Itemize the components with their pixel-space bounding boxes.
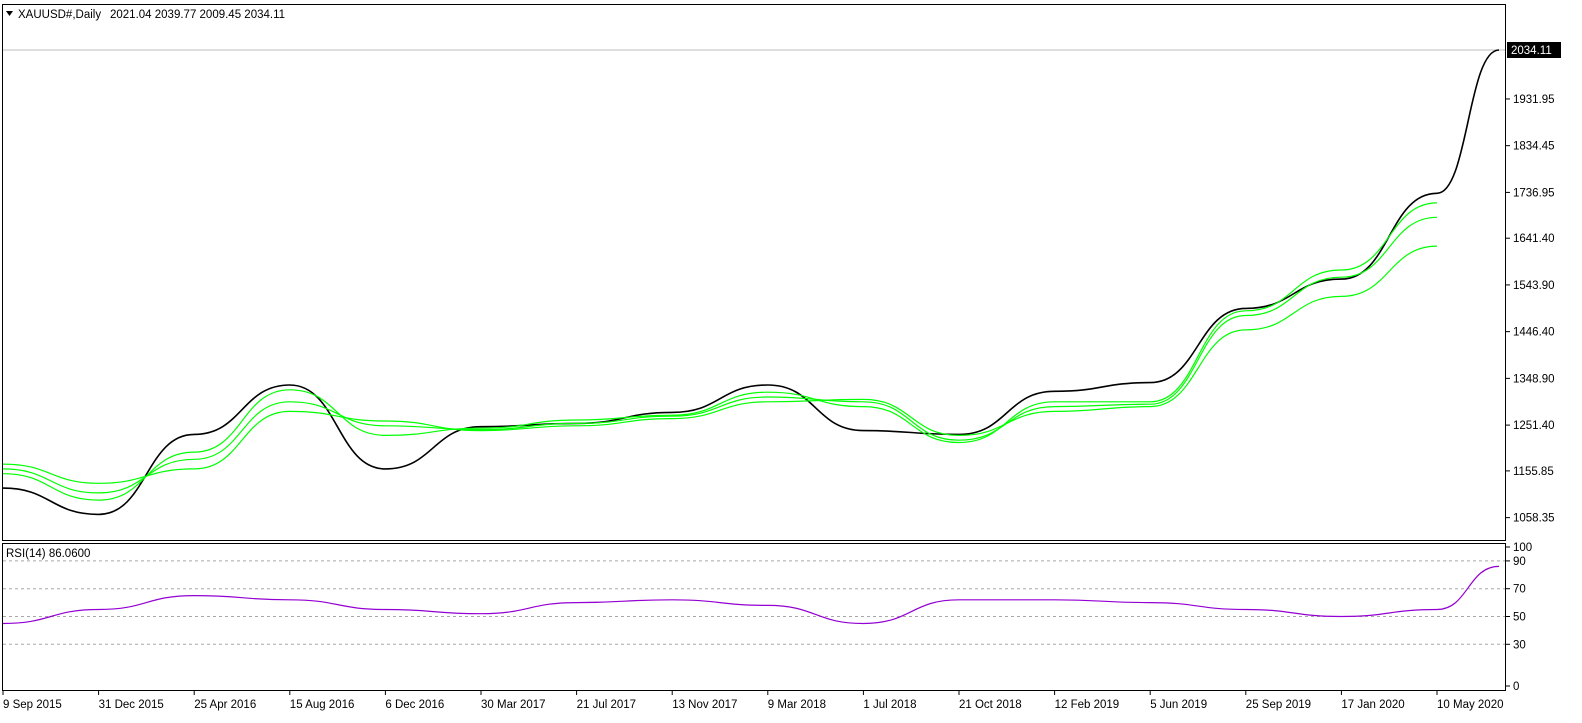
price-y-tick-label: 1543.90 <box>1513 280 1555 292</box>
x-tick-label: 25 Apr 2016 <box>194 699 256 711</box>
price-y-tick-label: 1348.90 <box>1513 373 1555 385</box>
price-panel-frame <box>2 4 1506 541</box>
x-tick-label: 13 Nov 2017 <box>672 699 737 711</box>
price-y-tick-label: 1931.95 <box>1513 94 1555 106</box>
rsi-y-tick-label: 30 <box>1513 639 1526 651</box>
x-tick-label: 12 Feb 2019 <box>1055 699 1120 711</box>
ohlc-values: 2021.04 2039.77 2009.45 2034.11 <box>110 9 285 21</box>
rsi-y-tick-label: 70 <box>1513 584 1526 596</box>
x-tick-label: 6 Dec 2016 <box>385 699 444 711</box>
rsi-line <box>2 565 1500 625</box>
triangle-down-icon[interactable] <box>6 11 13 16</box>
rsi-y-tick-label: 90 <box>1513 556 1526 568</box>
x-tick-label: 25 Sep 2019 <box>1246 699 1311 711</box>
rsi-series-group <box>2 565 1500 625</box>
current-price-marker: 2034.11 <box>1507 41 1561 58</box>
x-tick-label: 17 Jan 2020 <box>1341 699 1404 711</box>
price-y-tick-label: 1058.35 <box>1513 513 1555 525</box>
moving-average-slow-line <box>2 245 1438 484</box>
price-y-tick-label: 1251.40 <box>1513 420 1555 432</box>
x-tick-label: 5 Jun 2019 <box>1150 699 1207 711</box>
rsi-y-tick-label: 0 <box>1513 681 1519 693</box>
price-y-tick-label: 1641.40 <box>1513 233 1555 245</box>
chart-window: 1931.95 1834.45 1736.95 1641.40 1543.90 1446.… <box>0 0 1582 718</box>
price-y-tick-label: 1155.85 <box>1513 466 1554 478</box>
price-y-tick-label: 1446.40 <box>1513 327 1555 339</box>
moving-average-fast-line <box>2 202 1438 501</box>
price-y-tick-label: 1834.45 <box>1513 141 1555 153</box>
symbol-label: XAUUSD#,Daily <box>18 9 101 21</box>
x-tick-label: 31 Dec 2015 <box>99 699 164 711</box>
x-tick-label: 10 May 2020 <box>1437 699 1504 711</box>
rsi-grid <box>3 560 1505 645</box>
chart-canvas[interactable]: 1931.95 1834.45 1736.95 1641.40 1543.90 1446.… <box>0 0 1582 718</box>
x-tick-label: 1 Jul 2018 <box>863 699 916 711</box>
x-tick-label: 21 Oct 2018 <box>959 699 1022 711</box>
moving-average-medium-line <box>2 216 1438 494</box>
rsi-y-axis: 100 90 70 50 30 0 <box>1505 542 1532 693</box>
rsi-y-tick-label: 100 <box>1513 542 1532 554</box>
x-tick-label: 9 Mar 2018 <box>768 699 826 711</box>
x-tick-label: 15 Aug 2016 <box>290 699 355 711</box>
x-tick-label: 21 Jul 2017 <box>577 699 636 711</box>
rsi-label: RSI(14) 86.0600 <box>6 548 90 560</box>
price-y-tick-label: 1736.95 <box>1513 187 1555 199</box>
current-price-value: 2034.11 <box>1511 45 1552 57</box>
x-tick-label: 30 Mar 2017 <box>481 699 546 711</box>
x-tick-label: 9 Sep 2015 <box>3 699 62 711</box>
price-line <box>2 49 1500 516</box>
price-y-axis: 1931.95 1834.45 1736.95 1641.40 1543.90 1446.… <box>1505 94 1555 525</box>
price-series-group <box>2 49 1500 516</box>
x-axis: 9 Sep 2015 31 Dec 2015 25 Apr 2016 15 Aug 2… <box>2 690 1504 711</box>
rsi-y-tick-label: 50 <box>1513 612 1526 624</box>
